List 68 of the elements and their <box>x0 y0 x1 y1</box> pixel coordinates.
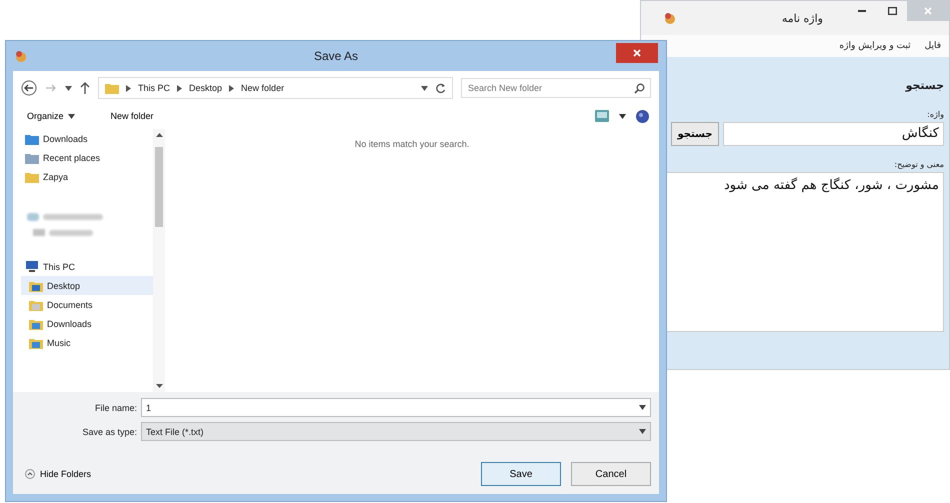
close-icon <box>633 49 641 57</box>
folder-icon <box>25 132 39 144</box>
back-icon[interactable] <box>21 80 37 96</box>
menu-item[interactable]: ثبت و ویرایش واژه <box>839 41 911 51</box>
minimize-icon <box>858 10 866 12</box>
caret-icon[interactable] <box>65 86 72 90</box>
dialog-button[interactable]: Cancel <box>571 462 651 486</box>
address-bar[interactable]: This PC Desktop New folder <box>98 77 453 99</box>
search-field[interactable]: Search New folder <box>461 78 651 98</box>
computer-icon <box>25 260 39 272</box>
field-label: File name: <box>94 402 137 412</box>
chevron-icon <box>229 84 234 92</box>
window-title: واژه نامه <box>782 12 823 24</box>
nav-item[interactable]: Downloads <box>21 129 153 148</box>
folder-icon <box>29 336 43 348</box>
menu-item[interactable]: فایل <box>924 41 941 51</box>
folder-icon <box>29 280 43 292</box>
refresh-icon[interactable] <box>435 82 446 94</box>
nav-item[interactable]: Music <box>21 333 153 352</box>
app-icon <box>14 49 28 63</box>
file-name-field[interactable]: 1 <box>141 398 651 417</box>
meaning-field[interactable]: مشورت ، شور، کنگاج هم گفته می شود <box>664 172 944 332</box>
file-type-dropdown[interactable]: Text File (*.txt) <box>141 422 651 441</box>
breadcrumb-item[interactable]: New folder <box>241 83 284 93</box>
close-button[interactable] <box>616 43 658 63</box>
search-icon <box>634 83 645 94</box>
caret-icon <box>68 114 75 118</box>
section-heading: جستجو <box>906 79 944 92</box>
nav-item[interactable]: Zapya <box>21 167 153 186</box>
app-icon <box>663 11 677 25</box>
toolbar-button[interactable]: Organize <box>23 109 79 123</box>
dialog-title: Save As <box>314 49 358 63</box>
search-button[interactable]: جستجو <box>671 122 719 146</box>
caret-icon <box>639 429 646 434</box>
folder-icon <box>25 152 39 164</box>
collapse-icon <box>25 469 35 479</box>
folder-icon <box>105 82 119 94</box>
scroll-down-icon[interactable] <box>156 384 162 388</box>
toolbar-button[interactable]: New folder <box>106 109 158 123</box>
word-field[interactable]: کنگاش <box>723 122 944 146</box>
field-label: Save as type: <box>81 426 137 436</box>
chevron-icon <box>126 84 131 92</box>
breadcrumb-item[interactable]: Desktop <box>189 83 222 93</box>
scrollbar[interactable] <box>153 129 165 392</box>
hide-folders-button[interactable]: Hide Folders <box>21 469 96 479</box>
caret-icon <box>639 405 646 410</box>
breadcrumb-item[interactable]: This PC <box>138 83 170 93</box>
scroll-thumb[interactable] <box>155 147 163 227</box>
nav-item[interactable]: Desktop <box>21 276 153 295</box>
nav-item[interactable]: Downloads <box>21 314 153 333</box>
dialog-button[interactable]: Save <box>481 462 561 486</box>
folder-icon <box>25 170 39 182</box>
field-label: واژه: <box>927 110 944 119</box>
up-arrow-icon[interactable] <box>80 82 90 94</box>
caret-icon[interactable] <box>619 114 626 118</box>
caret-icon[interactable] <box>421 86 428 90</box>
nav-item[interactable]: Recent places <box>21 148 153 167</box>
folder-icon <box>29 318 43 330</box>
maximize-icon <box>888 7 896 15</box>
field-label: معنی و توضیح: <box>894 160 944 169</box>
close-icon <box>924 7 932 15</box>
nav-item[interactable]: Documents <box>21 295 153 314</box>
chevron-icon <box>177 84 182 92</box>
help-icon[interactable] <box>636 110 649 122</box>
scroll-up-icon[interactable] <box>156 133 162 137</box>
empty-message: No items match your search. <box>354 139 470 151</box>
folder-icon <box>29 298 43 310</box>
nav-item[interactable]: This PC <box>21 257 153 276</box>
